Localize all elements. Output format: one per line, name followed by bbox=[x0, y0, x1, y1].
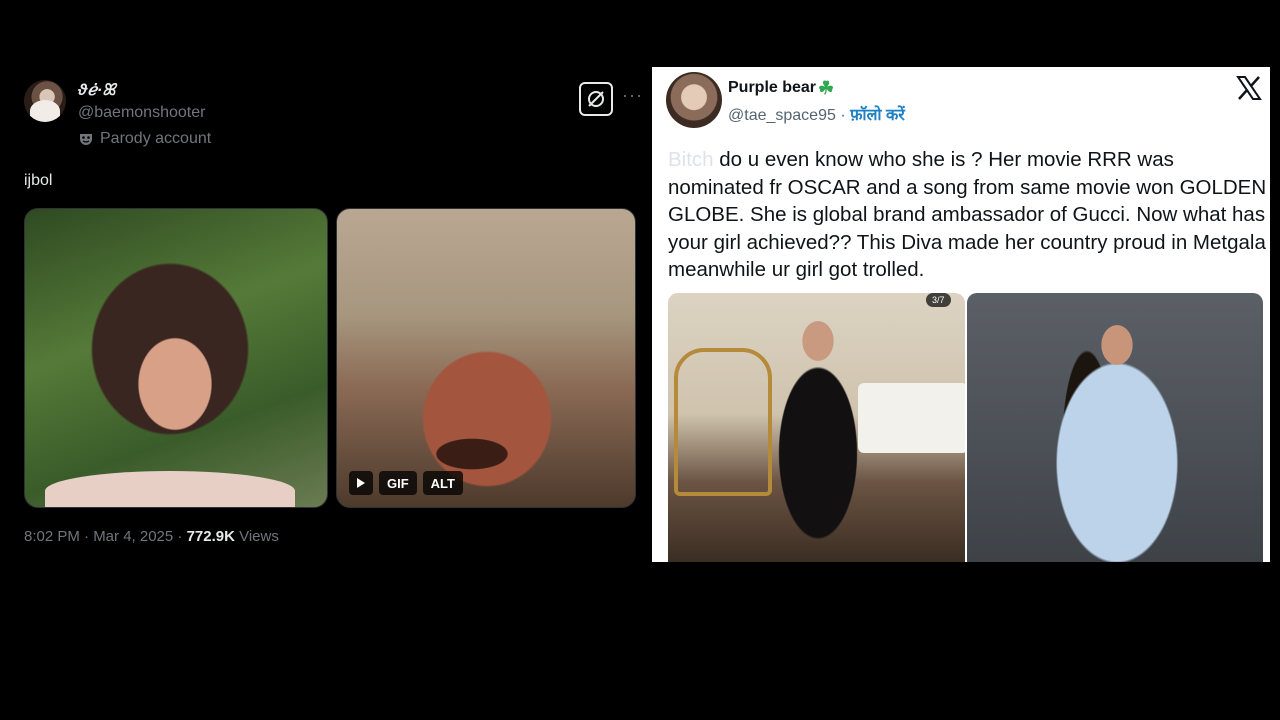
handle-row: @tae_space95 · फ़ॉलो करें bbox=[728, 103, 905, 125]
tweet-text: Bitch do u even know who she is ? Her mo… bbox=[668, 146, 1268, 284]
tweet-photo[interactable] bbox=[24, 208, 328, 508]
play-icon bbox=[357, 478, 365, 488]
tweet-photo[interactable]: 3/7 bbox=[668, 293, 965, 562]
display-name[interactable]: ϑℯ̇·ꕤ bbox=[78, 80, 116, 100]
mask-icon bbox=[80, 134, 92, 145]
user-handle[interactable]: @tae_space95 bbox=[728, 107, 836, 124]
views-count: 772.9K bbox=[186, 528, 235, 545]
grok-icon bbox=[588, 91, 604, 107]
tweet-meta: 8:02 PM · Mar 4, 2025 · 772.9K Views bbox=[24, 528, 279, 545]
grok-button[interactable] bbox=[579, 82, 613, 116]
views-label: Views bbox=[234, 528, 279, 545]
tweet-photo[interactable] bbox=[967, 293, 1263, 562]
display-name[interactable]: Purple bear ☘ bbox=[728, 79, 834, 97]
timestamp[interactable]: 8:02 PM · Mar 4, 2025 · bbox=[24, 528, 187, 545]
more-options-icon[interactable]: ··· bbox=[622, 86, 643, 104]
parody-text: Parody account bbox=[100, 130, 212, 147]
avatar[interactable] bbox=[666, 72, 722, 128]
follow-link[interactable]: फ़ॉलो करें bbox=[850, 107, 905, 124]
display-name-text: Purple bear bbox=[728, 79, 817, 96]
gif-label: GIF bbox=[379, 471, 417, 495]
right-tweet: Purple bear ☘ @tae_space95 · फ़ॉलो करें … bbox=[652, 67, 1270, 562]
alt-button[interactable]: ALT bbox=[422, 471, 463, 495]
gif-badge: GIF ALT bbox=[349, 471, 463, 495]
clover-icon: ☘ bbox=[818, 78, 835, 98]
tweet-body: do u even know who she is ? Her movie RR… bbox=[668, 148, 1267, 281]
tweet-gif[interactable]: GIF ALT bbox=[336, 208, 636, 508]
x-logo-icon[interactable] bbox=[1236, 75, 1262, 101]
left-tweet: ϑℯ̇·ꕤ @baemonshooter Parody account ··· … bbox=[24, 78, 643, 558]
avatar[interactable] bbox=[24, 80, 66, 122]
user-handle[interactable]: @baemonshooter bbox=[78, 104, 205, 122]
parody-label: Parody account bbox=[78, 130, 211, 148]
photo-counter: 3/7 bbox=[926, 293, 951, 307]
tweet-text: ijbol bbox=[24, 172, 53, 189]
separator: · bbox=[835, 107, 851, 124]
blurred-word: Bitch bbox=[668, 148, 714, 171]
play-button[interactable] bbox=[349, 471, 373, 495]
